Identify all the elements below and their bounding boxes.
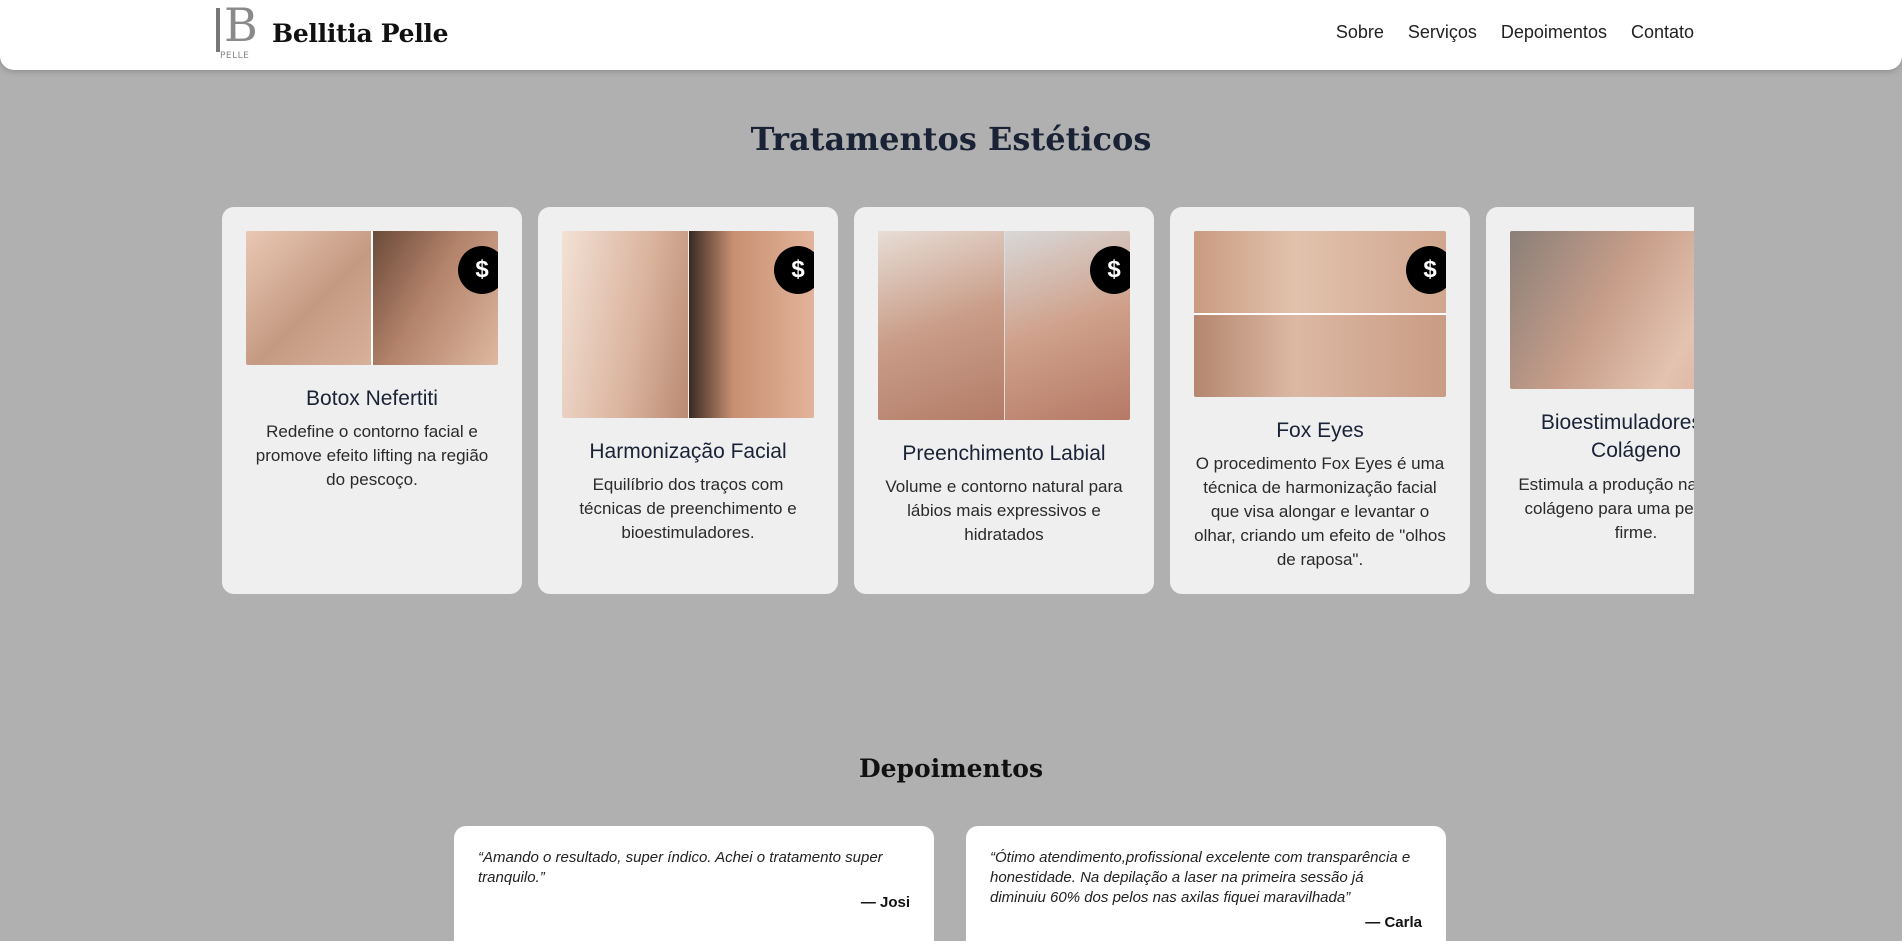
treatment-title: Fox Eyes xyxy=(1276,419,1364,442)
treatment-card[interactable]: $ Preenchimento Labial Volume e contorno… xyxy=(854,207,1154,594)
price-icon[interactable]: $ xyxy=(774,246,814,294)
treatment-description: Volume e contorno natural para lábios ma… xyxy=(885,477,1123,545)
treatment-card[interactable]: $ Harmonização Facial Equilíbrio dos tra… xyxy=(538,207,838,594)
treatment-card[interactable]: $ Fox Eyes O procedimento Fox Eyes é uma… xyxy=(1170,207,1470,594)
treatment-title: Botox Nefertiti xyxy=(306,387,438,410)
treatment-image: $ xyxy=(562,231,814,418)
testimonial-card: “Amando o resultado, super índico. Achei… xyxy=(454,826,934,941)
treatment-description: Redefine o contorno facial e promove efe… xyxy=(255,422,489,490)
treatment-description: Equilíbrio dos traços com técnicas de pr… xyxy=(579,475,797,543)
treatments-title: Tratamentos Estéticos xyxy=(750,120,1152,158)
treatment-image: $ xyxy=(1194,231,1446,397)
nav-sobre[interactable]: Sobre xyxy=(1336,22,1384,43)
treatment-title: Harmonização Facial xyxy=(589,440,787,463)
testimonial-author: — Carla xyxy=(1365,914,1422,931)
treatment-description: Estimula a produção natural de colágeno … xyxy=(1518,474,1694,542)
treatment-title: Bioestimuladores de Colágeno xyxy=(1540,411,1694,463)
main-nav: Sobre Serviços Depoimentos Contato xyxy=(1336,22,1694,43)
treatment-title: Preenchimento Labial xyxy=(902,442,1106,465)
treatment-image: $ xyxy=(246,231,498,365)
treatment-image xyxy=(1510,231,1694,389)
logo-mark: B PELLE xyxy=(214,2,258,61)
price-icon[interactable]: $ xyxy=(1406,246,1446,294)
treatment-description: O procedimento Fox Eyes é uma técnica de… xyxy=(1194,454,1446,570)
price-icon[interactable]: $ xyxy=(1090,246,1130,294)
treatment-image: $ xyxy=(878,231,1130,420)
nav-servicos[interactable]: Serviços xyxy=(1408,22,1477,43)
testimonial-author: — Josi xyxy=(860,894,910,911)
treatment-card[interactable]: Bioestimuladores de Colágeno Estimula a … xyxy=(1486,207,1694,594)
testimonial-card: “Ótimo atendimento,profissional excelent… xyxy=(966,826,1446,941)
testimonial-quote: “Amando o resultado, super índico. Achei… xyxy=(478,849,883,886)
testimonial-quote: “Ótimo atendimento,profissional excelent… xyxy=(990,849,1411,906)
nav-depoimentos[interactable]: Depoimentos xyxy=(1501,22,1607,43)
logo[interactable]: B PELLE Bellitia Pelle xyxy=(214,2,449,61)
price-icon[interactable]: $ xyxy=(458,246,498,294)
testimonials-title: Depoimentos xyxy=(858,754,1044,783)
treatments-carousel[interactable]: $ Botox Nefertiti Redefine o contorno fa… xyxy=(222,207,1694,594)
treatment-card[interactable]: $ Botox Nefertiti Redefine o contorno fa… xyxy=(222,207,522,594)
site-header: B PELLE Bellitia Pelle Sobre Serviços De… xyxy=(0,0,1902,70)
brand-name: Bellitia Pelle xyxy=(272,19,449,48)
nav-contato[interactable]: Contato xyxy=(1631,22,1694,43)
